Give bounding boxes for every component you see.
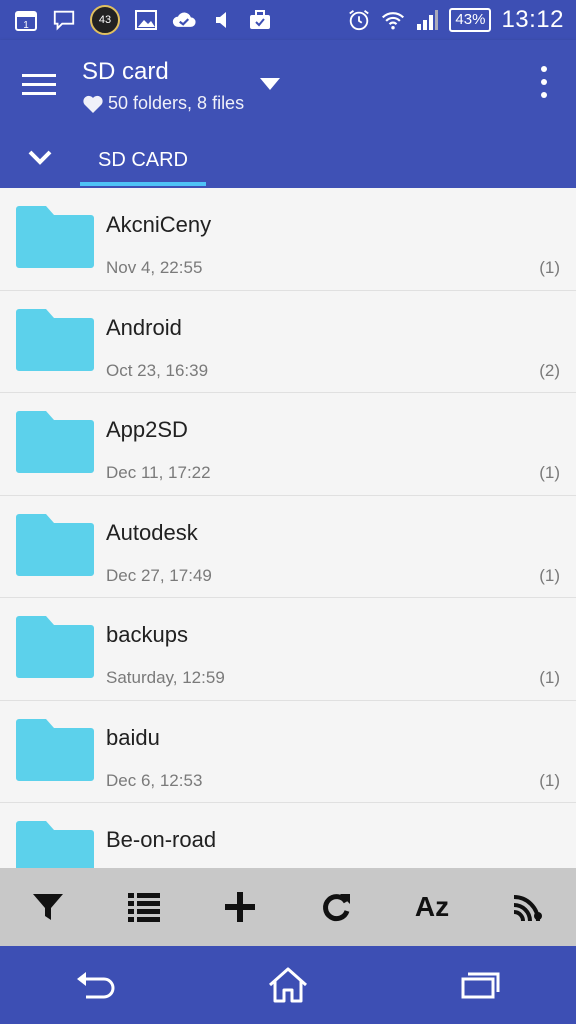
navigation-bar (0, 946, 576, 1024)
more-options-button[interactable] (538, 66, 550, 102)
status-bar: 1 43 43% 13:12 (0, 0, 576, 40)
image-icon (134, 8, 158, 32)
clock: 13:12 (501, 6, 564, 33)
file-date: Oct 23, 16:39 (106, 360, 209, 380)
file-date: Dec 6, 12:53 (106, 770, 203, 790)
calendar-icon: 1 (14, 8, 38, 32)
list-item[interactable]: App2SD Dec 11, 17:22 (1) (0, 393, 576, 496)
recents-icon (461, 972, 500, 999)
badge-icon: 43 (90, 5, 120, 35)
subtitle: 50 folders, 8 files (82, 93, 244, 114)
item-count: (2) (539, 360, 560, 380)
add-button[interactable] (192, 868, 288, 946)
sort-button[interactable]: Az (384, 868, 480, 946)
back-icon (77, 972, 115, 999)
folder-icon (16, 821, 94, 868)
chat-icon (52, 8, 76, 32)
file-date: Dec 11, 17:22 (106, 463, 211, 482)
heart-icon (83, 95, 103, 113)
recents-button[interactable] (432, 955, 528, 1015)
list-item[interactable]: baidu Dec 6, 12:53 (1) (0, 701, 576, 803)
refresh-icon (323, 894, 350, 922)
folder-icon (16, 206, 94, 268)
list-item[interactable]: Be-on-road (0, 803, 576, 868)
svg-text:1: 1 (23, 20, 29, 31)
folder-icon (16, 513, 94, 576)
cast-button[interactable] (480, 868, 576, 946)
file-list[interactable]: AkcniCeny Nov 4, 22:55 (1) Android Oct 2… (0, 188, 576, 868)
list-item[interactable]: Autodesk Dec 27, 17:49 (1) (0, 496, 576, 598)
bottom-toolbar: Az (0, 868, 576, 946)
page-title[interactable]: SD card (82, 58, 169, 86)
folder-icon (16, 616, 94, 678)
signal-icon (415, 8, 439, 32)
menu-button[interactable] (22, 70, 58, 98)
list-item[interactable]: Android Oct 23, 16:39 (2) (0, 291, 576, 393)
filter-icon (33, 894, 63, 920)
filter-button[interactable] (0, 868, 96, 946)
briefcase-icon (248, 8, 272, 32)
subtitle-text: 50 folders, 8 files (108, 93, 245, 113)
battery-indicator: 43% (449, 8, 492, 32)
file-name: App2SD (106, 417, 188, 442)
list-view-icon (128, 893, 160, 922)
file-name: Android (106, 314, 182, 340)
file-name: backups (106, 622, 188, 647)
item-count: (1) (539, 463, 560, 482)
cloud-check-icon (172, 8, 196, 32)
dropdown-arrow-icon[interactable] (258, 74, 282, 94)
back-button[interactable] (48, 955, 144, 1015)
file-name: Autodesk (106, 519, 198, 545)
list-item[interactable]: backups Saturday, 12:59 (1) (0, 598, 576, 701)
app-bar: SD card 50 folders, 8 files SD CARD (0, 40, 576, 188)
folder-icon (16, 308, 94, 371)
volume-icon (210, 8, 234, 32)
file-name: baidu (106, 724, 160, 750)
alarm-icon (347, 8, 371, 32)
refresh-button[interactable] (288, 868, 384, 946)
wifi-icon (381, 8, 405, 32)
file-name: Be-on-road (106, 827, 217, 852)
add-icon (225, 892, 255, 922)
cast-icon (513, 895, 542, 922)
home-button[interactable] (240, 955, 336, 1015)
file-date: Dec 27, 17:49 (106, 565, 212, 585)
tab-indicator (80, 182, 206, 186)
item-count: (1) (539, 770, 560, 790)
list-item[interactable]: AkcniCeny Nov 4, 22:55 (1) (0, 188, 576, 291)
home-icon (269, 967, 307, 1003)
item-count: (1) (539, 668, 560, 687)
chevron-down-icon[interactable] (26, 146, 54, 170)
sort-az-icon: Az (414, 891, 450, 922)
folder-icon (16, 718, 94, 781)
file-name: AkcniCeny (106, 212, 212, 237)
file-date: Nov 4, 22:55 (106, 258, 203, 277)
folder-icon (16, 411, 94, 473)
tab-sd-card[interactable]: SD CARD (80, 132, 206, 188)
item-count: (1) (539, 565, 560, 585)
file-date: Saturday, 12:59 (106, 668, 225, 687)
list-view-button[interactable] (96, 868, 192, 946)
item-count: (1) (539, 258, 560, 277)
